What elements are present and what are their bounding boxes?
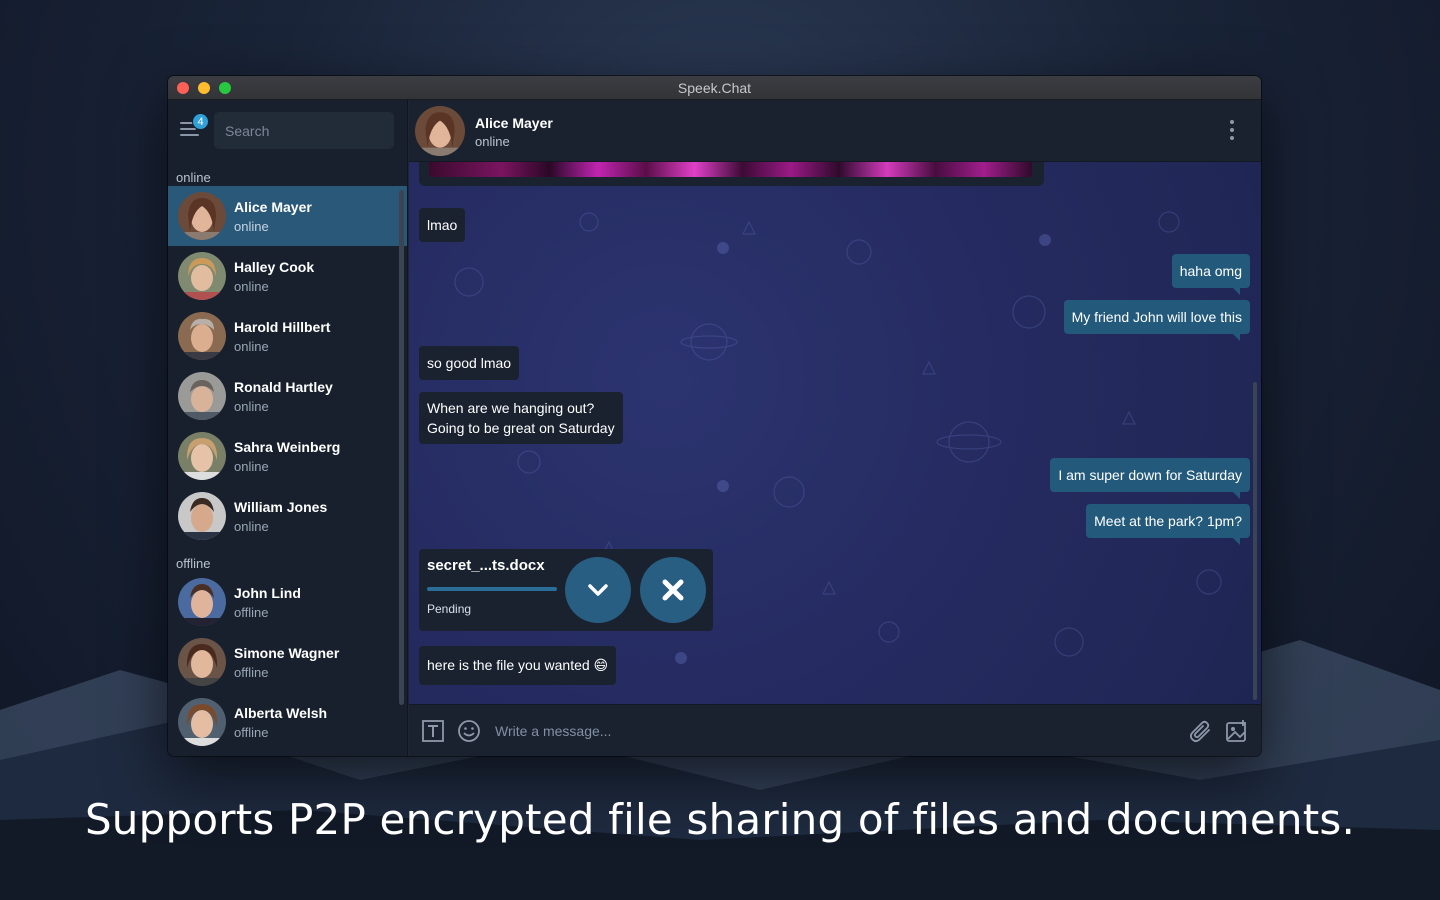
avatar [178,252,226,300]
marketing-tagline: Supports P2P encrypted file sharing of f… [84,795,1356,844]
contact-status: online [234,519,269,534]
message-input[interactable] [489,715,1169,747]
contact-name: Ronald Hartley [234,379,333,395]
file-status: Pending [427,602,472,616]
contact-alberta-welsh[interactable]: Alberta Welsh offline [168,692,407,752]
chat-panel: Alice Mayer online lmao haha omg My frie… [409,100,1261,756]
paperclip-icon[interactable] [1189,719,1213,743]
message-bubble: Meet at the park? 1pm? [1086,504,1250,545]
window-minimize-button[interactable] [198,82,210,94]
app-window: Speek.Chat 4 online Alice Mayer online H… [168,76,1261,756]
accept-file-button[interactable] [565,557,631,623]
offline-section-label: offline [176,556,211,571]
sidebar-scrollbar[interactable] [399,190,404,705]
contact-name: Harold Hillbert [234,319,331,335]
contact-name: Halley Cook [234,259,315,275]
contact-alice-mayer[interactable]: Alice Mayer online [168,186,407,246]
contact-status: online [234,459,269,474]
contact-status: online [234,219,269,234]
avatar [178,698,226,746]
message-bubble: so good lmao [419,346,520,380]
contact-name: Sahra Weinberg [234,439,341,455]
window-close-button[interactable] [177,82,189,94]
search-input[interactable] [214,112,394,149]
message-line: Going to be great on Saturday [427,420,615,436]
contact-ronald-hartley[interactable]: Ronald Hartley online [168,366,407,426]
message-bubble: here is the file you wanted 😄 [419,646,617,685]
online-section-label: online [176,170,211,185]
composer [409,704,1261,756]
contact-harold-hillbert[interactable]: Harold Hillbert online [168,306,407,366]
close-icon [662,579,684,601]
checkmark-icon [588,584,608,596]
decline-file-button[interactable] [640,557,706,623]
message-bubble: lmao [419,208,466,242]
window-maximize-button[interactable] [219,82,231,94]
contact-name: Alice Mayer [234,199,312,215]
notification-badge: 4 [192,113,209,130]
message-bubble: I am super down for Saturday [1050,458,1250,499]
contact-john-lind[interactable]: John Lind offline [168,572,407,632]
contact-status: offline [234,605,269,620]
contact-name: Simone Wagner [234,645,340,661]
avatar [178,312,226,360]
contact-status: offline [234,725,269,740]
sidebar: 4 online Alice Mayer online Halley Cook … [168,100,408,756]
contact-simone-wagner[interactable]: Simone Wagner offline [168,632,407,692]
text-format-icon[interactable] [421,719,445,743]
avatar [178,192,226,240]
contact-status: online [234,279,269,294]
chat-contact-avatar [415,106,465,156]
message-scrollbar[interactable] [1253,382,1257,700]
contact-name: John Lind [234,585,301,601]
contact-halley-cook[interactable]: Halley Cook online [168,246,407,306]
emoji-icon[interactable] [457,719,481,743]
avatar [178,492,226,540]
message-list[interactable]: lmao haha omg My friend John will love t… [409,162,1261,704]
message-bubble: When are we hanging out? Going to be gre… [419,392,623,444]
chat-contact-status: online [475,134,510,149]
avatar [178,638,226,686]
image-attachment[interactable] [419,162,1044,186]
chat-contact-name: Alice Mayer [475,115,553,131]
image-icon[interactable] [1225,719,1249,743]
title-bar: Speek.Chat [168,76,1261,100]
file-progress-bar [427,587,557,591]
message-bubble: haha omg [1171,254,1250,295]
avatar [178,372,226,420]
sidebar-header: 4 [168,100,407,162]
contact-status: offline [234,665,269,680]
contact-sahra-weinberg[interactable]: Sahra Weinberg online [168,426,407,486]
contact-name: William Jones [234,499,328,515]
avatar [178,578,226,626]
chat-header: Alice Mayer online [409,100,1261,162]
file-name: secret_...ts.docx [427,557,545,574]
message-bubble: My friend John will love this [1063,300,1250,341]
contact-status: online [234,339,269,354]
kebab-icon[interactable] [1229,120,1235,142]
contact-name: Alberta Welsh [234,705,328,721]
contact-william-jones[interactable]: William Jones online [168,486,407,546]
window-title: Speek.Chat [677,80,752,96]
contact-status: online [234,399,269,414]
message-line: When are we hanging out? [427,400,595,416]
file-transfer-card: secret_...ts.docx Pending [419,549,713,631]
avatar [178,432,226,480]
